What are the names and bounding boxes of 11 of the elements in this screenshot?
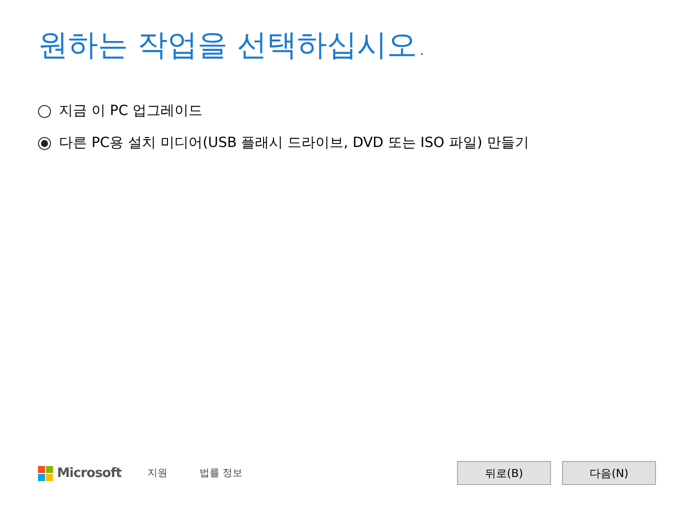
option-label[interactable]: 지금 이 PC 업그레이드 — [59, 102, 203, 120]
footer-link[interactable]: 지원 — [147, 466, 168, 480]
logo-icon — [38, 466, 53, 480]
option-label[interactable]: 다른 PC용 설치 미디어(USB 플래시 드라이브, DVD 또는 ISO 파일) 만들기 — [59, 134, 529, 152]
footer-link[interactable]: 법률 정보 — [199, 466, 243, 480]
radio-button[interactable] — [38, 104, 51, 118]
radio-button[interactable] — [38, 136, 51, 150]
page-title: 원하는 작업을 선택하십시오. — [38, 27, 428, 65]
back-button[interactable]: 뒤로(B) — [457, 461, 551, 485]
next-button[interactable]: 다음(N) — [562, 461, 656, 485]
brand-name: Microsoft — [57, 466, 122, 480]
